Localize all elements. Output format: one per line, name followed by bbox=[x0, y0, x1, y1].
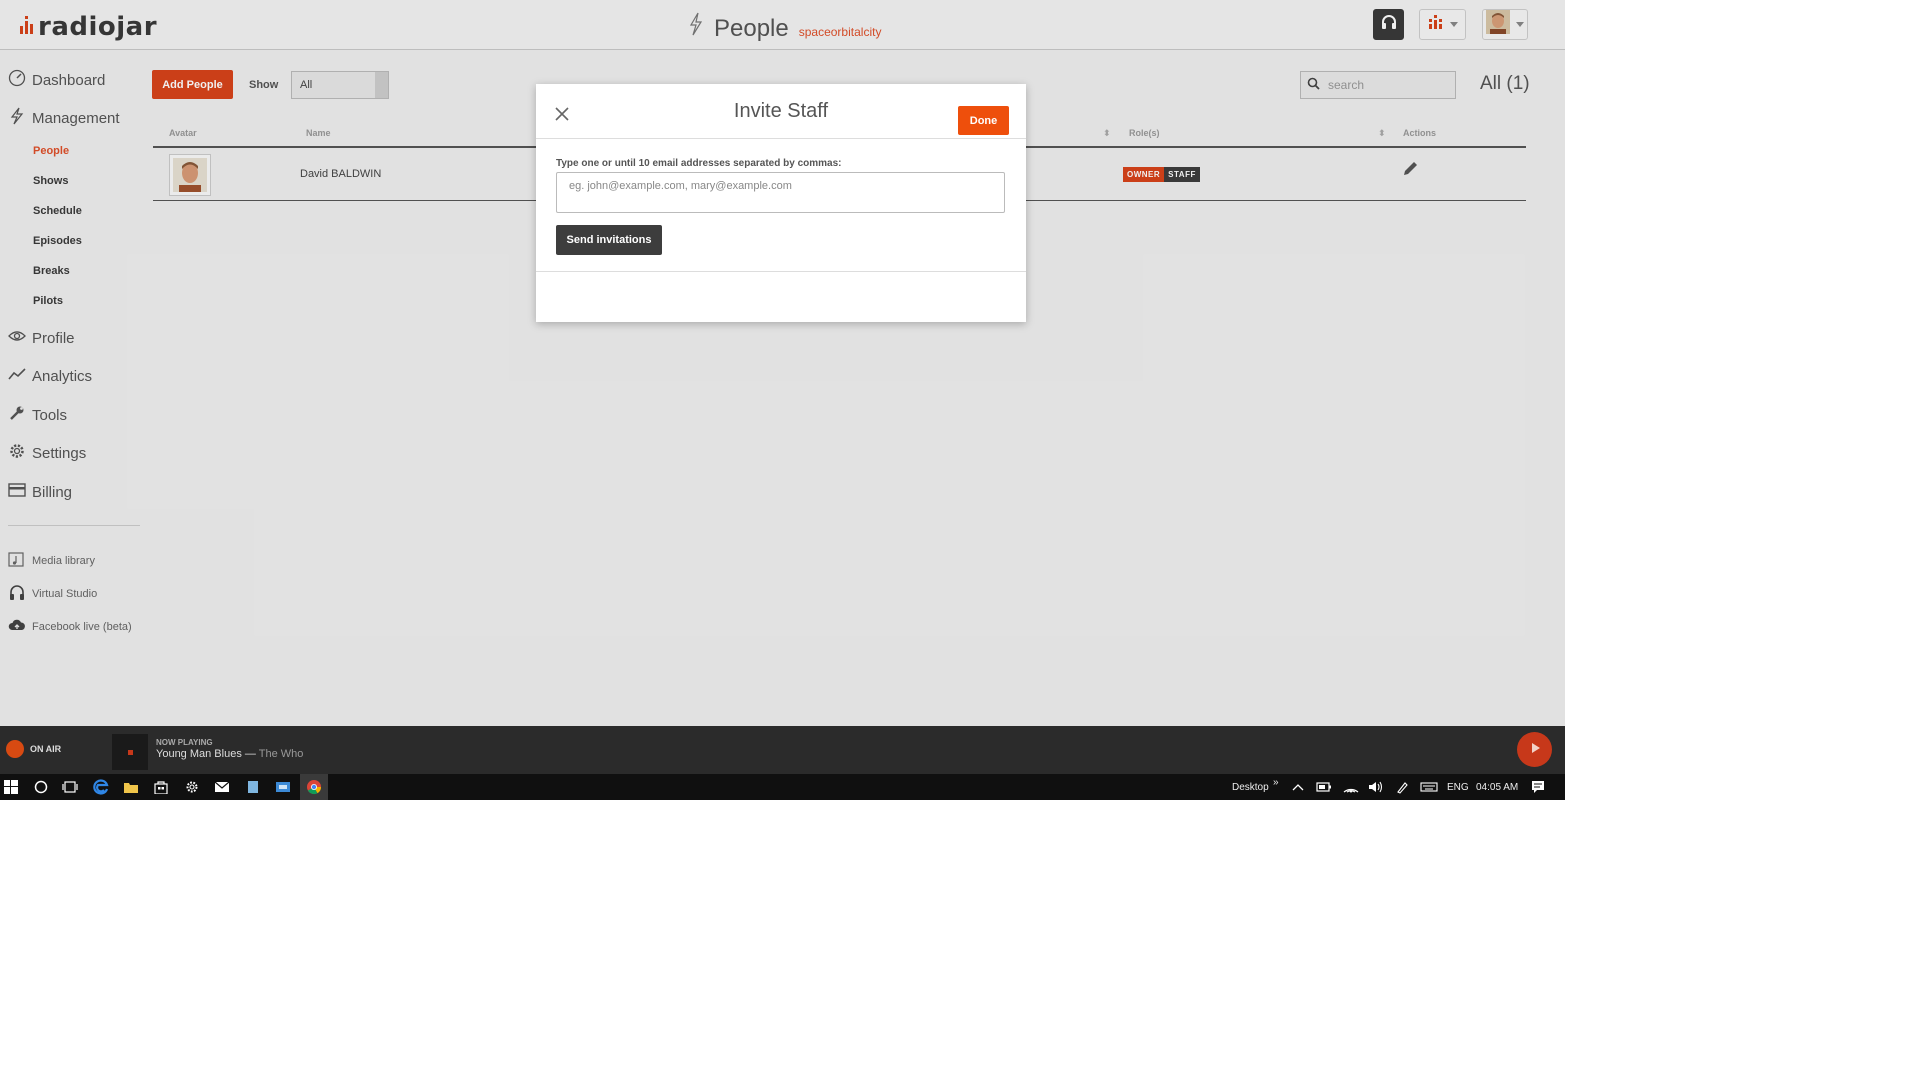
input-language[interactable]: ENG bbox=[1447, 782, 1469, 793]
double-chevron-icon[interactable]: » bbox=[1273, 777, 1279, 788]
system-clock[interactable]: 04:05 AM bbox=[1476, 782, 1518, 793]
now-playing-track: Young Man Blues — The Who bbox=[156, 748, 303, 760]
keyboard-icon[interactable] bbox=[1419, 779, 1439, 795]
now-playing-label: NOW PLAYING bbox=[156, 738, 213, 747]
modal-title: Invite Staff bbox=[733, 100, 829, 122]
cover-placeholder-icon bbox=[127, 749, 133, 755]
album-art bbox=[112, 734, 148, 770]
chevron-up-icon[interactable] bbox=[1290, 779, 1306, 795]
remote-desktop-icon[interactable] bbox=[275, 779, 291, 795]
email-field-label: Type one or until 10 email addresses sep… bbox=[556, 158, 842, 169]
on-air-indicator-icon bbox=[6, 740, 24, 758]
document-app-icon[interactable] bbox=[245, 779, 261, 795]
modal-footer-divider bbox=[536, 271, 1026, 272]
volume-icon[interactable] bbox=[1368, 779, 1384, 795]
desktop-toolbar-label[interactable]: Desktop bbox=[1232, 782, 1269, 793]
action-center-icon[interactable] bbox=[1530, 779, 1546, 795]
cortana-search-icon[interactable] bbox=[33, 779, 49, 795]
store-icon[interactable] bbox=[153, 779, 169, 795]
wifi-icon[interactable] bbox=[1343, 779, 1359, 795]
file-explorer-icon[interactable] bbox=[123, 779, 139, 795]
app-window: radiojar People spaceorbitalcity Dashboa… bbox=[0, 0, 1565, 800]
task-view-icon[interactable] bbox=[62, 779, 78, 795]
mail-icon[interactable] bbox=[214, 779, 230, 795]
player-bar: ON AIR NOW PLAYING Young Man Blues — The… bbox=[0, 726, 1565, 774]
os-taskbar: Desktop » ENG 04:05 AM bbox=[0, 774, 1565, 800]
chrome-icon[interactable] bbox=[300, 774, 328, 800]
email-addresses-field[interactable] bbox=[556, 172, 1005, 213]
done-button[interactable]: Done bbox=[958, 106, 1009, 135]
track-separator: — bbox=[241, 748, 259, 760]
invite-staff-modal: Invite Staff Done Type one or until 10 e… bbox=[536, 84, 1026, 322]
play-icon bbox=[1529, 741, 1541, 759]
on-air-label: ON AIR bbox=[30, 744, 62, 754]
settings-gear-icon[interactable] bbox=[184, 779, 200, 795]
send-invitations-button[interactable]: Send invitations bbox=[556, 225, 662, 255]
track-title: Young Man Blues bbox=[156, 748, 242, 760]
track-artist: The Who bbox=[258, 748, 304, 760]
modal-header: Invite Staff Done bbox=[536, 84, 1026, 139]
pen-ink-icon[interactable] bbox=[1395, 779, 1411, 795]
edge-browser-icon[interactable] bbox=[93, 779, 109, 795]
play-button[interactable] bbox=[1517, 732, 1552, 767]
windows-start-icon[interactable] bbox=[3, 779, 19, 795]
battery-icon[interactable] bbox=[1316, 779, 1332, 795]
